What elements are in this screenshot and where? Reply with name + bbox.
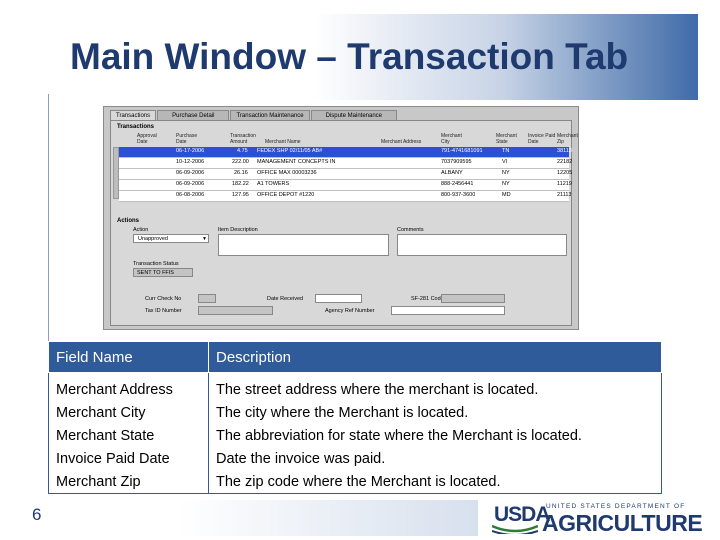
col-header-approval-date: Approval Date [137, 133, 157, 145]
col-header-amount: Transaction Amount [230, 133, 256, 145]
description-cell: The street address where the merchant is… [208, 372, 662, 401]
table-row: Merchant Address The street address wher… [48, 372, 662, 401]
sf281-code-field [441, 294, 505, 303]
sf281-code-label: SF-281 Code [411, 296, 444, 302]
agency-ref-label: Agency Ref Number [325, 308, 375, 314]
field-name-cell: Merchant City [48, 401, 209, 424]
agriculture-text: AGRICULTURE [542, 510, 703, 536]
col-header-merchant-city: Merchant City [441, 133, 462, 145]
action-label: Action [133, 227, 149, 233]
department-text: UNITED STATES DEPARTMENT OF [546, 503, 686, 510]
table-row: Merchant State The abbreviation for stat… [48, 424, 662, 447]
tax-id-field [198, 306, 273, 315]
transaction-status-field: SENT TO FFIS [133, 268, 193, 277]
col-header-merchant-zip: Merchant Zip [557, 133, 578, 145]
transactions-section-label: Transactions [117, 124, 155, 130]
field-description-table: Field Name Description Merchant Address … [48, 341, 662, 494]
table-row: Merchant City The city where the Merchan… [48, 401, 662, 424]
tab-body: Transactions Approval Date Purchase Date T… [110, 120, 578, 326]
field-name-cell: Invoice Paid Date [48, 447, 209, 470]
table-row[interactable]: 06-08-2006 127.95 OFFICE DEPOT #1220 800… [119, 191, 571, 202]
table-row: Invoice Paid Date Date the invoice was p… [48, 447, 662, 470]
curr-check-no-field [198, 294, 216, 303]
table-header-row: Field Name Description [48, 341, 662, 373]
curr-check-no-label: Curr Check No [145, 296, 182, 302]
actions-section-label: Actions [117, 218, 140, 224]
usda-logo-icon [492, 524, 538, 534]
slide-title: Main Window – Transaction Tab [70, 36, 629, 77]
slide-number: 6 [32, 505, 42, 524]
footer-band [48, 500, 478, 536]
description-cell: Date the invoice was paid. [208, 447, 662, 470]
comments-label: Comments [397, 227, 424, 233]
description-cell: The city where the Merchant is located. [208, 401, 662, 424]
transaction-status-label: Transaction Status [133, 261, 179, 267]
field-name-cell: Merchant Address [48, 372, 209, 401]
col-header-merchant-name: Merchant Name [265, 139, 301, 145]
col-header-merchant-address: Merchant Address [381, 139, 422, 145]
col-header-invoice-paid-date: Invoice Paid Date [528, 133, 556, 145]
header-field-name: Field Name [48, 341, 209, 373]
description-cell: The abbreviation for state where the Mer… [208, 424, 662, 447]
table-row[interactable]: 06-09-2006 182.22 A1 TOWERS 888-2456441 … [119, 180, 572, 191]
col-header-purchase-date: Purchase Date [176, 133, 198, 145]
field-name-cell: Merchant Zip [48, 470, 209, 494]
table-row: Merchant Zip The zip code where the Merc… [48, 470, 662, 494]
chevron-down-icon: ▼ [202, 236, 207, 242]
action-dropdown[interactable]: Unapproved ▼ [133, 234, 209, 243]
field-name-cell: Merchant State [48, 424, 209, 447]
item-description-label: Item Description [218, 227, 258, 233]
date-received-label: Date Received [267, 296, 304, 302]
agency-ref-field[interactable] [391, 306, 505, 315]
col-header-merchant-state: Merchant State [496, 133, 517, 145]
description-cell: The zip code where the Merchant is locat… [208, 470, 662, 494]
table-row[interactable]: 06-09-2006 26.16 OFFICE MAX 00003236 ALB… [119, 169, 572, 180]
tab-bar: Transactions Purchase Detail Transaction… [110, 110, 398, 121]
date-received-field[interactable] [315, 294, 362, 303]
table-row[interactable]: 10-12-2006 222.00 MANAGEMENT CONCEPTS IN… [119, 158, 572, 169]
comments-field[interactable] [397, 234, 567, 256]
item-description-field[interactable] [218, 234, 389, 256]
table-row[interactable]: 06-17-2006 4.75 FEDEX SHP 02/11/05 AB# 7… [119, 147, 572, 158]
app-screenshot: Transactions Purchase Detail Transaction… [103, 106, 579, 330]
tax-id-label: Tax ID Number [145, 308, 182, 314]
header-description: Description [208, 341, 662, 373]
